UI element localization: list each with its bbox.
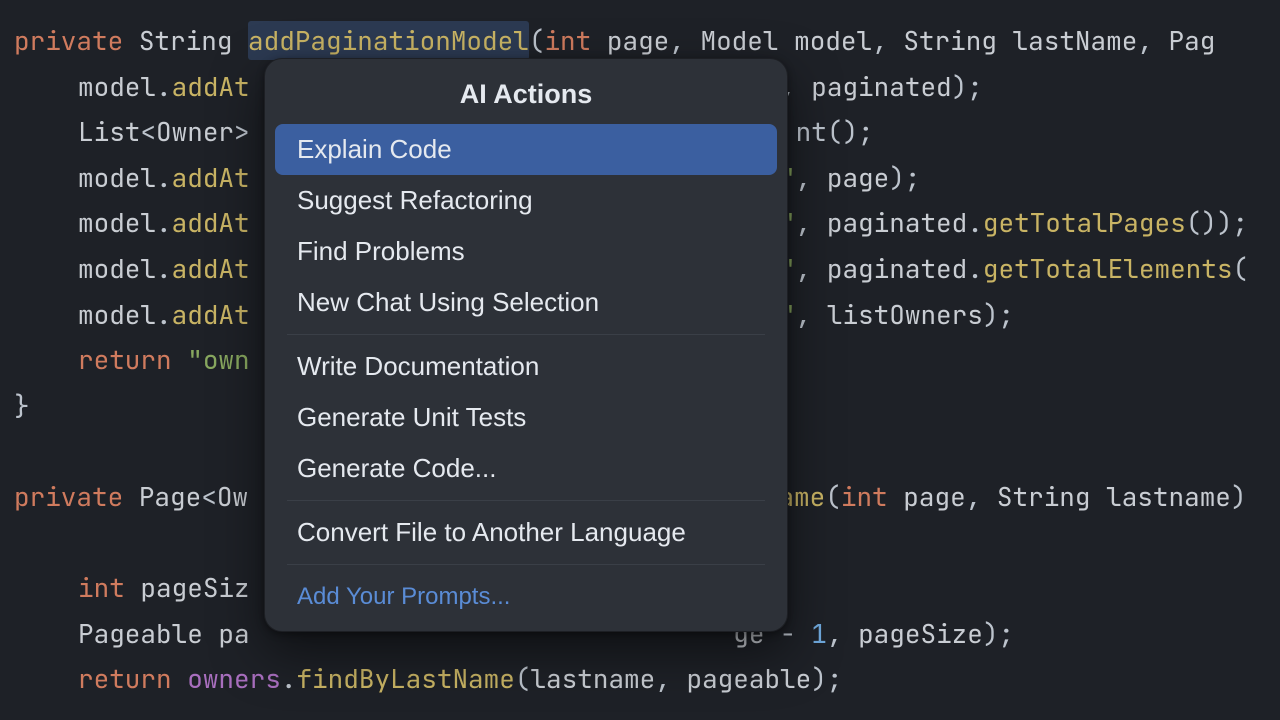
popup-separator bbox=[287, 564, 765, 565]
ai-action-new-chat-using-selection[interactable]: New Chat Using Selection bbox=[275, 277, 777, 328]
code-line: } bbox=[14, 388, 30, 423]
code-line: return "own bbox=[14, 342, 250, 377]
code-line bbox=[14, 525, 30, 560]
code-line: private String addPaginationModel(int pa… bbox=[14, 21, 1215, 60]
ai-action-generate-unit-tests[interactable]: Generate Unit Tests bbox=[275, 392, 777, 443]
ai-action-write-documentation[interactable]: Write Documentation bbox=[275, 341, 777, 392]
ai-action-explain-code[interactable]: Explain Code bbox=[275, 124, 777, 175]
code-line: int pageSiz bbox=[14, 570, 250, 605]
selected-identifier: addPaginationModel bbox=[248, 21, 529, 60]
add-your-prompts-link[interactable]: Add Your Prompts... bbox=[275, 571, 777, 625]
ai-action-find-problems[interactable]: Find Problems bbox=[275, 226, 777, 277]
ai-actions-popup: AI Actions Explain CodeSuggest Refactori… bbox=[264, 58, 788, 632]
ai-action-convert-file-to-another-language[interactable]: Convert File to Another Language bbox=[275, 507, 777, 558]
ai-action-suggest-refactoring[interactable]: Suggest Refactoring bbox=[275, 175, 777, 226]
code-line bbox=[14, 433, 30, 468]
code-line: return owners.findByLastName(lastname, p… bbox=[14, 661, 842, 696]
ai-action-generate-code[interactable]: Generate Code... bbox=[275, 443, 777, 494]
popup-title: AI Actions bbox=[275, 69, 777, 124]
popup-separator bbox=[287, 334, 765, 335]
popup-separator bbox=[287, 500, 765, 501]
